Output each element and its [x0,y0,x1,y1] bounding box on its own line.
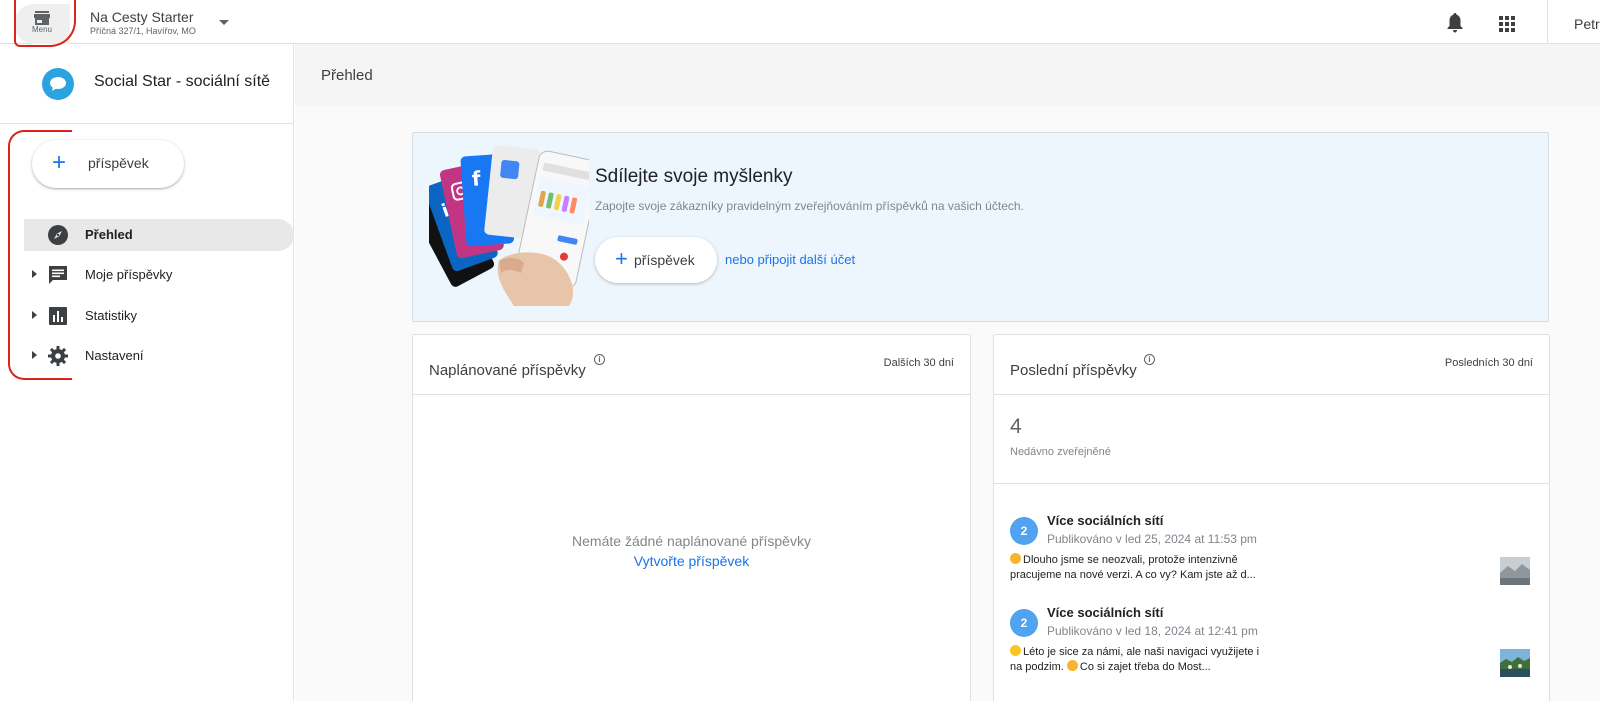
post-thumbnail [1500,649,1530,677]
create-post-link[interactable]: Vytvořte příspěvek [413,553,970,569]
new-post-label: příspěvek [88,155,149,171]
smile-emoji-icon [1066,660,1078,671]
post-date: Publikováno v led 25, 2024 at 11:53 pm [1047,532,1257,546]
card-range: Dalších 30 dní [883,357,954,369]
post-date: Publikováno v led 18, 2024 at 12:41 pm [1047,624,1258,638]
chat-bubble-logo-icon [42,68,74,100]
business-address: Příčná 327/1, Havířov, MO [90,26,196,36]
top-bar: Menu Na Cesty Starter Příčná 327/1, Haví… [0,0,1600,44]
post-text-line: Dlouho jsme se neozvali, protože intenzi… [1023,554,1238,566]
top-divider [1547,0,1548,44]
sun-emoji-icon [1010,645,1021,656]
sidebar-item-label: Přehled [85,227,133,242]
social-cards-illustration: in f [429,145,589,306]
post-text-line: pracujeme na nové verzi. A co vy? Kam js… [1010,569,1256,581]
business-selector[interactable]: Na Cesty Starter Příčná 327/1, Havířov, … [90,9,196,37]
business-name: Na Cesty Starter [90,9,194,25]
sidebar-item-label: Nastavení [85,348,144,363]
annotation-bracket-sidebar [8,130,72,380]
user-name[interactable]: Petr [1574,16,1600,32]
empty-message: Nemáte žádné naplánované příspěvky [572,533,811,549]
card-title: Naplánované příspěvky [429,362,586,379]
main-content: Přehled in f [295,44,1600,701]
hero-subtitle: Zapojte svoje zákazníky pravidelným zveř… [595,199,1024,213]
post-name: Více sociálních sítí [1047,513,1164,528]
app-header: Social Star - sociální sítě [0,44,294,124]
bell-icon[interactable] [1447,13,1463,33]
network-count-badge: 2 [1010,609,1038,637]
recent-count-box: 4 Nedávno zveřejněné [994,396,1549,484]
post-text: Dlouho jsme se neozvali, protože intenzi… [1010,553,1290,583]
dashboard-body: in f [295,106,1600,701]
hero-new-post-button[interactable]: + příspěvek [595,237,717,283]
hero-title: Sdílejte svoje myšlenky [595,166,793,187]
hero-banner: in f [412,132,1549,322]
plus-icon: + [615,246,628,271]
post-text-line: Léto je sice za námi, ale naši navigaci … [1023,646,1260,658]
recent-count-label: Nedávno zveřejněné [1010,446,1111,458]
card-header: Naplánované příspěvky i Dalších 30 dní [413,335,970,395]
list-item[interactable]: 2 Více sociálních sítí Publikováno v led… [1010,605,1540,691]
card-title: Poslední příspěvky [1010,362,1137,379]
page-title: Přehled [321,67,373,84]
app-name: Social Star - sociální sítě [94,73,271,90]
post-thumbnail [1500,557,1530,585]
list-item[interactable]: 2 Více sociálních sítí Publikováno v led… [1010,513,1540,599]
card-range: Posledních 30 dní [1444,357,1533,369]
sidebar-item-label: Moje příspěvky [85,267,173,282]
apps-grid-icon[interactable] [1499,16,1515,32]
post-name: Více sociálních sítí [1047,605,1164,620]
chevron-down-icon[interactable] [219,20,229,25]
info-icon[interactable]: i [594,354,605,365]
recent-posts-card: Poslední příspěvky i Posledních 30 dní 4… [993,334,1550,701]
hand-emoji-icon [1010,553,1021,564]
connect-account-link[interactable]: nebo připojit další účet [725,252,855,267]
recent-count: 4 [1010,415,1022,438]
network-count-badge: 2 [1010,517,1038,545]
card-header: Poslední příspěvky i Posledních 30 dní [994,335,1549,395]
annotation-circle-menu [14,0,76,47]
sidebar-item-label: Statistiky [85,308,138,323]
scheduled-posts-card: Naplánované příspěvky i Dalších 30 dní N… [412,334,971,701]
info-icon[interactable]: i [1144,354,1155,365]
post-text-line: na podzim. [1010,661,1064,673]
post-text-line: Co si zajet třeba do Most... [1079,661,1211,673]
post-text: Léto je sice za námi, ale naši navigaci … [1010,645,1290,675]
hero-new-post-label: příspěvek [634,252,695,268]
